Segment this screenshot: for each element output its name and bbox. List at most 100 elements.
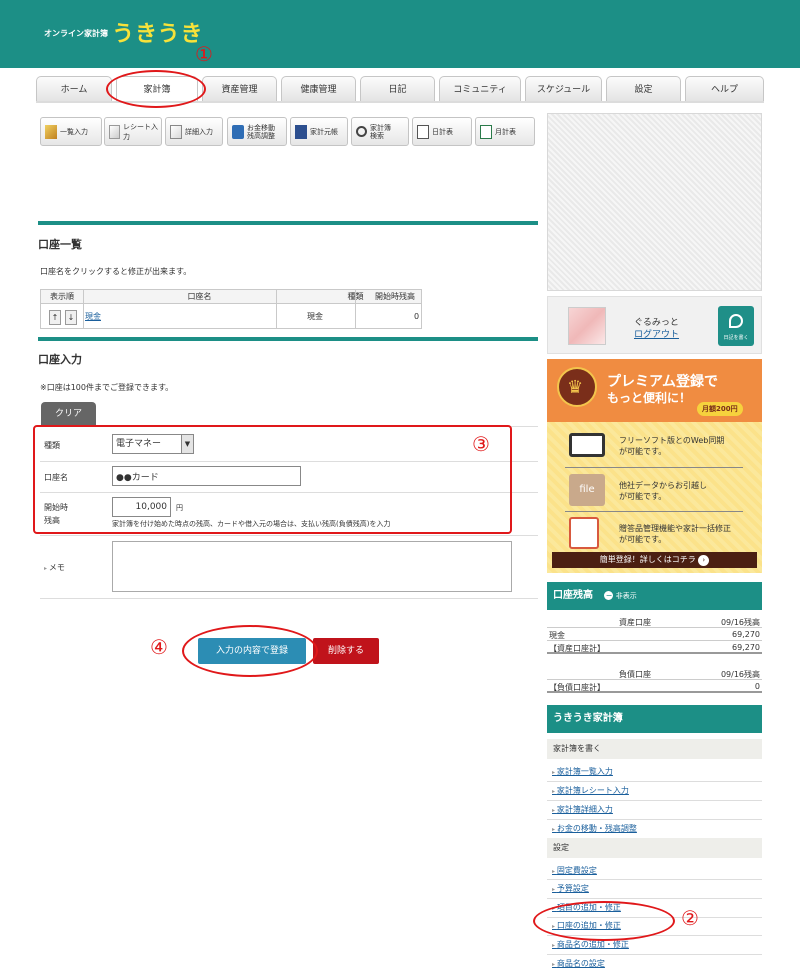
toolbar-label: 家計元帳 xyxy=(310,127,338,136)
premium-register-button[interactable]: 簡単登録！詳しくはコチラ › xyxy=(552,552,757,568)
highlight-ellipse-sidebar xyxy=(533,901,675,941)
feature-text: フリーソフト版とのWeb同期 が可能です。 xyxy=(619,436,725,456)
toolbar-label: 日計表 xyxy=(432,127,453,136)
sidebar-item-money-transfer[interactable]: お金の移動・残高調整 xyxy=(552,823,637,834)
tab-home[interactable]: ホーム xyxy=(36,76,112,102)
sidebar-item-budget[interactable]: 予算設定 xyxy=(552,883,589,894)
balance-row: 現金 69,270 xyxy=(547,630,762,641)
premium-price: 月額200円 xyxy=(697,402,743,416)
balance-row: 【資産口座計】 69,270 xyxy=(547,643,762,654)
receipt-input-button[interactable]: レシート入力 xyxy=(104,117,162,146)
daily-report-button[interactable]: 日計表 xyxy=(412,117,472,146)
toolbar-label: レシート入力 xyxy=(123,122,159,141)
account-input-note: ※口座は100件までご登録できます。 xyxy=(40,383,174,392)
site-logo[interactable]: うきうき xyxy=(112,16,204,48)
balance-header: 口座残高 − 非表示 xyxy=(547,582,762,610)
avatar xyxy=(568,307,606,345)
arrow-right-icon: › xyxy=(698,555,710,566)
logo-subtitle: オンライン家計簿 xyxy=(44,29,108,38)
highlight-rect-form xyxy=(33,425,512,534)
account-input-title: 口座入力 xyxy=(38,353,82,366)
sidebar-item-fixed-costs[interactable]: 固定費設定 xyxy=(552,865,597,876)
memo-textarea[interactable] xyxy=(112,541,512,592)
detail-input-button[interactable]: 詳細入力 xyxy=(165,117,223,146)
sidebar-menu-header: うきうき家計簿 xyxy=(547,705,762,733)
calculator-icon xyxy=(569,517,599,549)
account-list-note: 口座名をクリックすると修正が出来ます。 xyxy=(40,267,192,276)
crown-badge: ♛ xyxy=(557,367,597,407)
sidebar-item-detail-input[interactable]: 家計簿詳細入力 xyxy=(552,804,613,815)
sidebar-category-settings: 設定 xyxy=(547,838,762,858)
feature-item: フリーソフト版とのWeb同期 が可能です。 xyxy=(547,425,762,469)
premium-title: プレミアム登録で xyxy=(607,374,719,390)
crown-icon: ♛ xyxy=(567,377,584,398)
sidebar-divider xyxy=(547,800,762,801)
feature-item: 贈答品管理機能や家計一括修正 が可能です。 xyxy=(547,513,762,557)
ledger-button[interactable]: 家計元帳 xyxy=(290,117,348,146)
tab-schedule[interactable]: スケジュール xyxy=(525,76,602,102)
hide-balance-toggle[interactable]: − 非表示 xyxy=(604,591,637,600)
search-button[interactable]: 家計簿 検索 xyxy=(351,117,409,146)
monthly-report-button[interactable]: 月計表 xyxy=(475,117,535,146)
ad-banner xyxy=(547,113,762,291)
tab-diary[interactable]: 日記 xyxy=(360,76,435,102)
site-header: オンライン家計簿 うきうき xyxy=(0,0,800,68)
pen-icon xyxy=(729,314,743,328)
money-transfer-button[interactable]: お金移動 残高調整 xyxy=(227,117,287,146)
pencil-icon xyxy=(45,124,57,139)
section-divider xyxy=(38,337,538,341)
annotation-number: ③ xyxy=(472,432,490,456)
form-divider xyxy=(40,535,538,536)
feature-item: file 他社データからお引越し が可能です。 xyxy=(547,470,762,514)
move-up-button[interactable]: ↑ xyxy=(49,310,61,325)
delete-button[interactable]: 削除する xyxy=(313,638,379,664)
annotation-number: ④ xyxy=(150,635,168,659)
write-diary-button[interactable]: 日記を書く xyxy=(718,306,754,346)
highlight-ellipse-tab xyxy=(106,70,206,108)
monitor-icon xyxy=(569,433,605,457)
account-type: 現金 xyxy=(307,312,323,321)
sidebar-divider xyxy=(547,819,762,820)
th-balance: 開始時残高 xyxy=(375,290,421,304)
account-table: 表示順 口座名 種類 開始時残高 ↑ ↓ 現金 現金 0 xyxy=(40,289,422,329)
clear-button[interactable]: クリア xyxy=(41,402,96,426)
daily-sheet-icon xyxy=(417,124,429,139)
tab-settings[interactable]: 設定 xyxy=(606,76,681,102)
logout-link[interactable]: ログアウト xyxy=(634,327,679,340)
premium-subtitle: もっと便利に！ xyxy=(607,391,692,405)
feature-divider xyxy=(565,511,743,512)
sidebar-divider xyxy=(547,879,762,880)
sidebar-item-receipt-input[interactable]: 家計簿レシート入力 xyxy=(552,785,629,796)
feature-divider xyxy=(565,467,743,468)
sidebar-item-list-input[interactable]: 家計簿一覧入力 xyxy=(552,766,613,777)
move-down-button[interactable]: ↓ xyxy=(65,310,77,325)
tab-health[interactable]: 健康管理 xyxy=(281,76,356,102)
th-order: 表示順 xyxy=(41,290,83,304)
annotation-number: ② xyxy=(681,906,699,930)
toolbar-label: 一覧入力 xyxy=(60,127,88,136)
account-balance: 0 xyxy=(414,312,420,321)
magnifier-icon xyxy=(356,126,367,137)
feature-text: 他社データからお引越し が可能です。 xyxy=(619,481,707,501)
minus-icon: − xyxy=(604,591,614,600)
tab-assets[interactable]: 資産管理 xyxy=(202,76,277,102)
th-name: 口座名 xyxy=(83,290,316,304)
tab-help[interactable]: ヘルプ xyxy=(685,76,764,102)
tab-community[interactable]: コミュニティ xyxy=(439,76,521,102)
balance-row: 負債口座 09/16残高 xyxy=(547,668,762,680)
premium-banner[interactable]: ♛ プレミアム登録で もっと便利に！ 月額200円 フリーソフト版とのWeb同期… xyxy=(547,359,762,573)
memo-label: ▸ メモ xyxy=(44,563,65,572)
form-divider xyxy=(40,598,538,599)
receipt-icon xyxy=(109,124,121,139)
highlight-ellipse-submit xyxy=(182,625,318,677)
file-icon: file xyxy=(569,474,605,506)
notepad-icon xyxy=(170,124,182,139)
balance-row: 【負債口座計】 0 xyxy=(547,682,762,693)
list-input-button[interactable]: 一覧入力 xyxy=(40,117,102,146)
feature-text: 贈答品管理機能や家計一括修正 が可能です。 xyxy=(619,524,731,544)
sidebar-item-product-settings[interactable]: 商品名の設定 xyxy=(552,958,605,969)
user-panel: ぐるみっと ログアウト 日記を書く xyxy=(547,296,762,354)
account-name-link[interactable]: 現金 xyxy=(85,306,101,328)
col-divider xyxy=(355,290,356,328)
sidebar-divider xyxy=(547,781,762,782)
